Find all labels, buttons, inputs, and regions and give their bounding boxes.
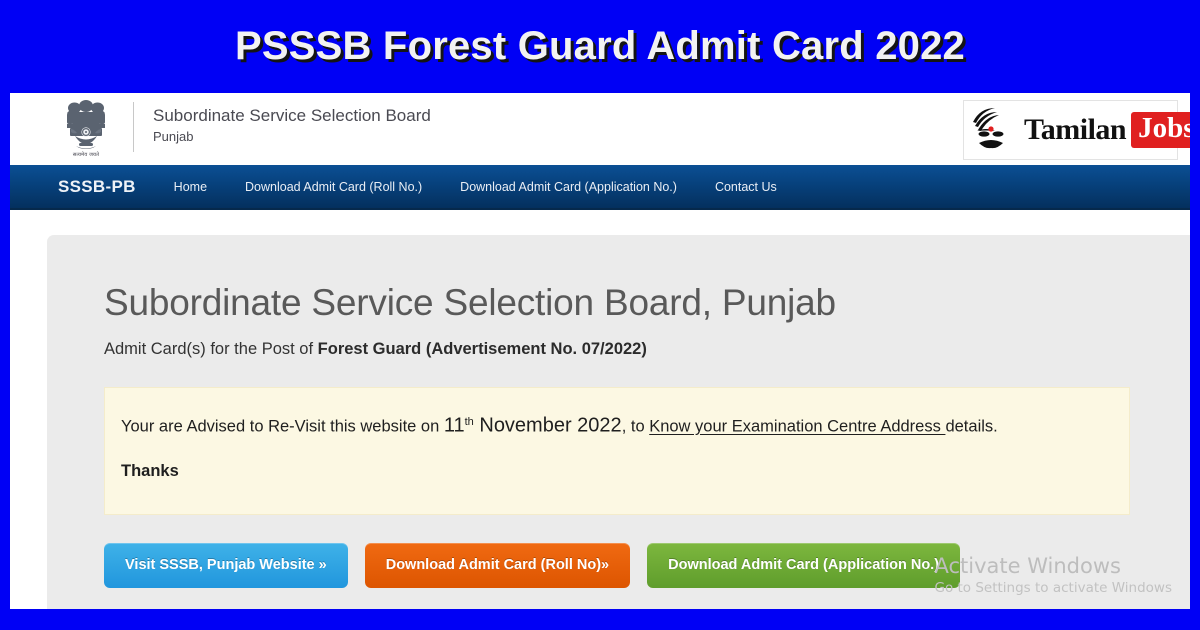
org-name: Subordinate Service Selection Board: [153, 106, 431, 125]
notice-link-exam-centre[interactable]: Know your Examination Centre Address: [649, 418, 945, 436]
tamilan-jobs-logo[interactable]: Tamilan Jobs: [963, 100, 1190, 160]
download-admit-card-application-no-button[interactable]: Download Admit Card (Application No.): [647, 543, 961, 588]
download-admit-card-roll-no-button[interactable]: Download Admit Card (Roll No)»: [364, 543, 631, 588]
notice-date-ordinal: th: [464, 416, 474, 428]
notice-thanks: Thanks: [121, 461, 179, 480]
content-spacer: [10, 210, 1190, 235]
page-subtitle: Admit Card(s) for the Post of Forest Gua…: [104, 338, 1190, 360]
nav-item-download-admit-card-application-no[interactable]: Download Admit Card (Application No.): [460, 180, 677, 194]
notice-text-part3: details.: [945, 417, 998, 436]
website-viewport: सत्यमेव जयते Subordinate Service Selecti…: [10, 93, 1190, 609]
tamilan-face-svg: [973, 108, 1004, 149]
emblem-svg: [67, 100, 105, 149]
notice-date-number: 11: [443, 414, 465, 437]
header-text-block: Subordinate Service Selection Board Punj…: [153, 105, 431, 146]
nav-item-download-admit-card-roll-no[interactable]: Download Admit Card (Roll No.): [245, 180, 422, 194]
site-header: सत्यमेव जयते Subordinate Service Selecti…: [10, 93, 1190, 165]
header-divider: [133, 102, 134, 152]
notice-text-part1: Your are Advised to Re-Visit this websit…: [121, 417, 444, 436]
notice-text-part2: , to: [621, 417, 650, 436]
banner: PSSSB Forest Guard Admit Card 2022: [0, 0, 1200, 93]
visit-sssb-website-button[interactable]: Visit SSSB, Punjab Website »: [104, 543, 348, 588]
org-state: Punjab: [153, 129, 194, 144]
content-panel: Subordinate Service Selection Board, Pun…: [47, 235, 1190, 609]
action-button-row: Visit SSSB, Punjab Website » Download Ad…: [104, 543, 1190, 588]
subtitle-prefix: Admit Card(s) for the Post of: [104, 340, 318, 358]
screenshot-root: PSSSB Forest Guard Admit Card 2022 सत्यम…: [0, 0, 1200, 630]
subtitle-post-name: Forest Guard (Advertisement No. 07/2022): [317, 340, 647, 358]
emblem-motto: सत्यमेव जयते: [72, 152, 100, 158]
logo-word-jobs: Jobs: [1131, 112, 1190, 148]
nav-item-contact-us[interactable]: Contact Us: [715, 180, 777, 194]
content-panel-inner: Subordinate Service Selection Board, Pun…: [47, 235, 1190, 588]
nav-item-home[interactable]: Home: [174, 180, 207, 194]
notice-date-month-year: November 2022: [473, 414, 622, 437]
nav-brand[interactable]: SSSB-PB: [58, 177, 136, 197]
main-navbar: SSSB-PB Home Download Admit Card (Roll N…: [10, 165, 1190, 210]
notice-text: Your are Advised to Re-Visit this websit…: [121, 409, 1105, 441]
page-title: Subordinate Service Selection Board, Pun…: [104, 282, 836, 323]
india-national-emblem-icon: सत्यमेव जयते: [58, 97, 114, 163]
banner-title: PSSSB Forest Guard Admit Card 2022: [235, 24, 965, 68]
logo-word-tamilan: Tamilan: [1024, 113, 1127, 146]
tamilan-face-icon: [970, 106, 1022, 154]
notice-box: Your are Advised to Re-Visit this websit…: [104, 387, 1130, 515]
